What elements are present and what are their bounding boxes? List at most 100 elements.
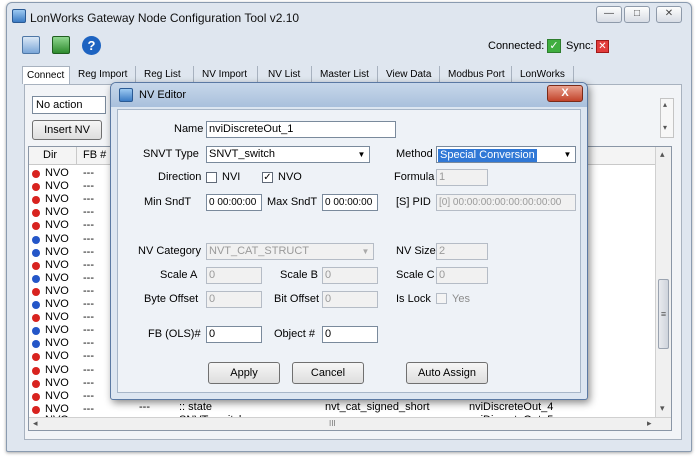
row-fb[interactable]: --- <box>83 311 94 323</box>
row-fb[interactable]: --- <box>83 390 94 402</box>
row-dir[interactable]: NVO <box>45 206 69 218</box>
method-value: Special Conversion <box>438 149 537 162</box>
max-sndt-input[interactable]: 0 00:00:00 <box>322 194 378 211</box>
is-lock-checkbox[interactable] <box>436 293 447 304</box>
row-fb[interactable]: --- <box>83 219 94 231</box>
panel-scroll-down-icon[interactable]: ▾ <box>663 123 667 132</box>
row-fb[interactable]: --- <box>83 337 94 349</box>
row-dir[interactable]: NVO <box>45 219 69 231</box>
minimize-button[interactable]: — <box>596 6 622 23</box>
row-dir[interactable]: NVO <box>45 390 69 402</box>
scale-a-label: Scale A <box>160 269 198 281</box>
row-fb[interactable]: --- <box>83 246 94 258</box>
row-dir[interactable]: NVO <box>45 180 69 192</box>
status-dot <box>32 392 40 401</box>
nvo-checkbox[interactable]: ✓ <box>262 172 273 183</box>
nvi-checkbox[interactable] <box>206 172 217 183</box>
nv-category-select[interactable]: NVT_CAT_STRUCT ▼ <box>206 243 374 260</box>
row-dir[interactable]: NVO <box>45 311 69 323</box>
help-icon[interactable]: ? <box>82 36 101 55</box>
col-header-dir[interactable]: Dir <box>29 147 77 165</box>
byte-offset-label: Byte Offset <box>144 293 199 305</box>
row-fb[interactable]: --- <box>83 193 94 205</box>
row-dir[interactable]: NVO <box>45 259 69 271</box>
min-sndt-input[interactable]: 0 00:00:00 <box>206 194 262 211</box>
row-fb[interactable]: --- <box>83 259 94 271</box>
row-dir[interactable]: NVO <box>45 272 69 284</box>
status-dot <box>32 235 40 244</box>
scroll-left-icon[interactable]: ◂ <box>33 418 38 429</box>
pid-input[interactable]: [0] 00:00:00:00:00:00:00:00 <box>436 194 576 211</box>
scroll-up-icon[interactable]: ▴ <box>660 149 665 160</box>
insert-nv-button[interactable]: Insert NV <box>32 120 102 140</box>
hscroll-thumb[interactable]: III <box>329 419 336 428</box>
cancel-button[interactable]: Cancel <box>292 362 364 384</box>
dropdown-arrow-icon: ▼ <box>563 150 572 159</box>
maximize-button[interactable]: □ <box>624 6 650 23</box>
save-icon[interactable] <box>52 36 70 54</box>
scroll-down-icon[interactable]: ▾ <box>660 403 665 414</box>
row-dir[interactable]: NVO <box>45 350 69 362</box>
row-fb[interactable]: --- <box>83 377 94 389</box>
scale-c-input[interactable]: 0 <box>436 267 488 284</box>
pid-label: [S] PID <box>396 196 431 208</box>
wizard-icon[interactable] <box>22 36 40 54</box>
row-fb[interactable]: --- <box>83 324 94 336</box>
row-dir[interactable]: NVO <box>45 364 69 376</box>
object-input[interactable]: 0 <box>322 326 378 343</box>
row-fb[interactable]: --- <box>83 350 94 362</box>
row-fb[interactable]: --- <box>83 285 94 297</box>
tab-connect[interactable]: Connect <box>22 66 70 84</box>
connected-label: Connected: <box>488 40 545 52</box>
dialog-close-button[interactable]: X <box>547 85 583 102</box>
row-dir[interactable]: NVO <box>45 377 69 389</box>
close-window-button[interactable]: ✕ <box>656 6 682 23</box>
scroll-thumb[interactable]: ≡ <box>658 279 669 349</box>
row-dir[interactable]: NVO <box>45 298 69 310</box>
row-dir[interactable]: NVO <box>45 337 69 349</box>
row-fb[interactable]: --- <box>83 403 94 415</box>
object-label: Object # <box>274 328 315 340</box>
scroll-right-icon[interactable]: ▸ <box>647 418 652 429</box>
nv-size-input[interactable]: 2 <box>436 243 488 260</box>
row-fb-dash: --- <box>139 401 150 413</box>
snvt-type-select[interactable]: SNVT_switch ▼ <box>206 146 370 163</box>
status-dot <box>32 261 40 270</box>
row-fb[interactable]: --- <box>83 298 94 310</box>
list-vscrollbar[interactable]: ▴ ≡ ▾ <box>655 147 671 417</box>
row-fb[interactable]: --- <box>83 364 94 376</box>
row-fb[interactable]: --- <box>83 206 94 218</box>
method-label: Method <box>396 148 433 160</box>
row-dir[interactable]: NVO <box>45 403 69 415</box>
row-fb[interactable]: --- <box>83 180 94 192</box>
formula-input[interactable]: 1 <box>436 169 488 186</box>
row-fb[interactable]: --- <box>83 233 94 245</box>
row-dir[interactable]: NVO <box>45 246 69 258</box>
auto-assign-button[interactable]: Auto Assign <box>406 362 488 384</box>
row-fb[interactable]: --- <box>83 272 94 284</box>
row-dir[interactable]: NVO <box>45 167 69 179</box>
scale-a-input[interactable]: 0 <box>206 267 262 284</box>
status-dot <box>32 209 40 218</box>
status-dot <box>32 340 40 349</box>
bit-offset-input[interactable]: 0 <box>322 291 378 308</box>
nv-editor-dialog: NV Editor X Name nviDiscreteOut_1 SNVT T… <box>110 82 588 400</box>
panel-scrollbar[interactable]: ▴ ▾ <box>660 98 674 138</box>
row-fb[interactable]: --- <box>83 167 94 179</box>
row-dir[interactable]: NVO <box>45 324 69 336</box>
nv-category-label: NV Category <box>138 245 201 257</box>
scale-b-input[interactable]: 0 <box>322 267 378 284</box>
row-dir[interactable]: NVO <box>45 285 69 297</box>
list-hscrollbar[interactable]: ◂ III ▸ <box>29 417 671 430</box>
panel-scroll-up-icon[interactable]: ▴ <box>663 100 667 109</box>
method-select[interactable]: Special Conversion ▼ <box>436 146 576 163</box>
fb-ols-input[interactable]: 0 <box>206 326 262 343</box>
row-dir[interactable]: NVO <box>45 193 69 205</box>
byte-offset-input[interactable]: 0 <box>206 291 262 308</box>
name-input[interactable]: nviDiscreteOut_1 <box>206 121 396 138</box>
nvo-label: NVO <box>278 171 302 183</box>
apply-button[interactable]: Apply <box>208 362 280 384</box>
action-combo[interactable]: No action <box>32 96 106 114</box>
dialog-icon <box>119 88 133 102</box>
row-dir[interactable]: NVO <box>45 233 69 245</box>
